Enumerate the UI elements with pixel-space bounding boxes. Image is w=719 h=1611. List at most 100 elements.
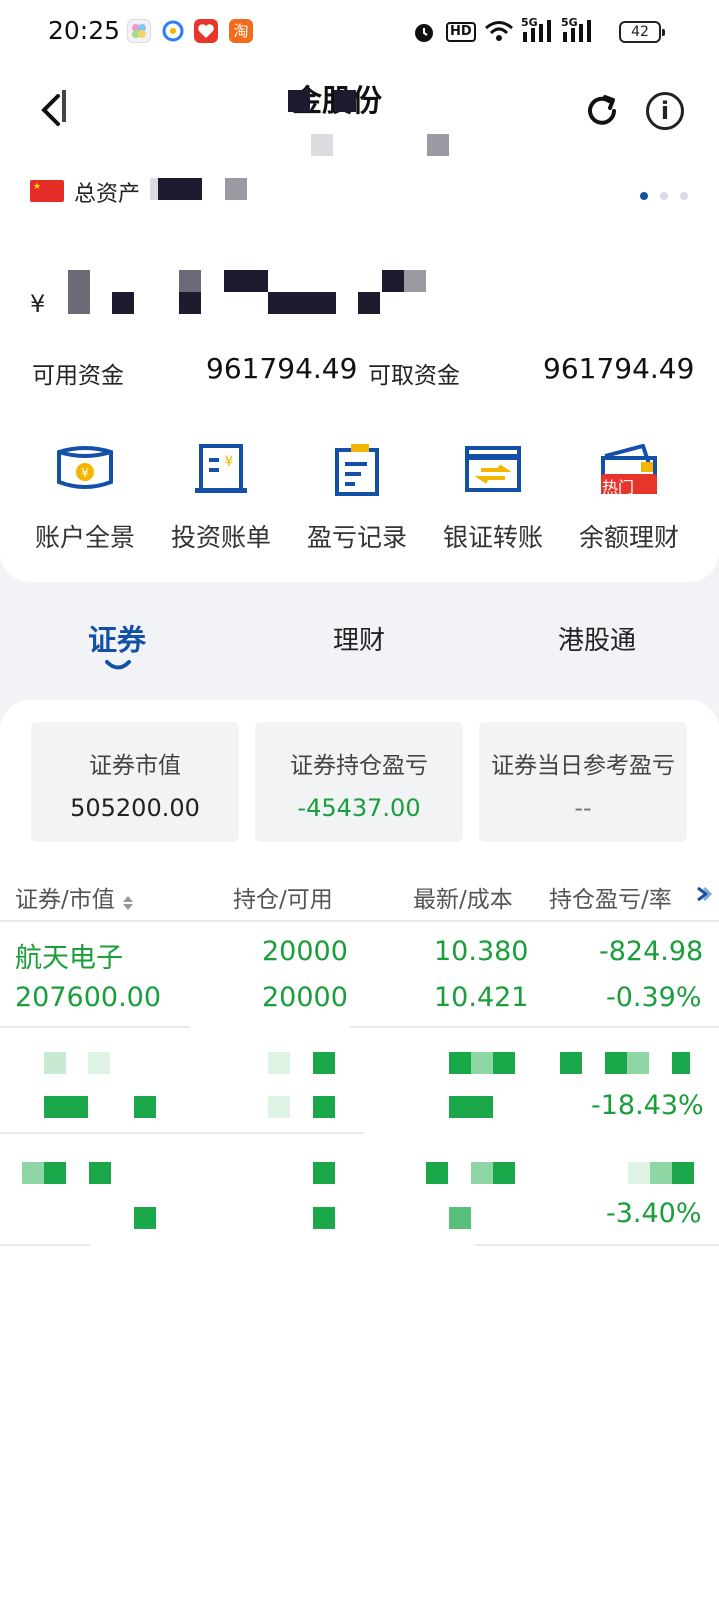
page-dot-active[interactable]	[640, 192, 648, 200]
redaction	[471, 1052, 493, 1074]
investment-bill-icon: ¥	[195, 444, 247, 493]
header-latest-cost: 最新/成本	[413, 887, 513, 913]
pnl-rate: -18.43%	[591, 1090, 704, 1121]
action-balance-wealth[interactable]: 热门 余额理财	[564, 444, 694, 554]
network-type-2: 5G	[561, 16, 578, 29]
action-label: 盈亏记录	[306, 523, 407, 552]
header-label: 证券/市值	[15, 887, 115, 913]
action-investment-bill[interactable]: ¥ 投资账单	[156, 444, 286, 554]
action-bank-transfer[interactable]: 银证转账	[428, 444, 558, 554]
signal-icon: 5G	[521, 16, 553, 48]
latest-price: 10.380	[434, 936, 529, 967]
redaction	[311, 134, 333, 156]
wifi-icon	[484, 20, 514, 46]
redaction	[404, 270, 426, 292]
redaction	[449, 1052, 471, 1074]
action-account-overview[interactable]: ¥ 账户全景	[20, 444, 150, 554]
redaction	[560, 1052, 582, 1074]
redaction	[225, 178, 247, 200]
action-profit-loss-record[interactable]: 盈亏记录	[292, 444, 422, 554]
tab-hk-connect[interactable]: 港股通	[558, 620, 636, 657]
svg-text:¥: ¥	[81, 466, 89, 480]
summary-value: --	[574, 794, 592, 822]
profit-loss-record-icon	[335, 444, 379, 496]
divider	[350, 1026, 719, 1028]
summary-daily-pnl: 证券当日参考盈亏 --	[479, 722, 687, 842]
redaction	[313, 1162, 335, 1184]
redaction	[44, 1052, 66, 1074]
redaction	[44, 1096, 88, 1118]
redaction	[62, 90, 66, 122]
action-label: 银证转账	[442, 523, 543, 552]
redaction	[88, 1052, 110, 1074]
header-security-market-value[interactable]: 证券/市值	[15, 880, 134, 914]
redaction	[427, 134, 449, 156]
withdrawable-funds-label: 可取资金	[368, 363, 460, 389]
tab-indicator	[104, 658, 132, 672]
action-label: 投资账单	[170, 523, 271, 552]
redaction	[313, 1052, 335, 1074]
svg-text:¥: ¥	[225, 454, 234, 470]
redaction	[672, 1052, 690, 1074]
redaction	[158, 178, 202, 200]
withdrawable-funds-value: 961794.49	[543, 352, 695, 385]
position-pnl: -824.98	[599, 936, 704, 967]
redaction	[426, 1162, 448, 1184]
divider	[0, 1244, 90, 1246]
page-dot[interactable]	[680, 192, 688, 200]
divider	[0, 1026, 190, 1028]
signal-icon-2: 5G	[561, 16, 593, 48]
redaction	[89, 1162, 111, 1184]
redaction	[134, 1207, 156, 1229]
browser-app-icon	[161, 19, 185, 43]
total-assets-label: 总资产	[74, 182, 141, 207]
sort-icon[interactable]	[122, 892, 134, 910]
security-name: 航天电子	[15, 943, 123, 974]
currency-symbol: ¥	[30, 290, 46, 318]
position-qty: 20000	[262, 936, 348, 967]
china-flag-icon: ★	[30, 180, 64, 202]
redaction	[179, 292, 201, 314]
hd-badge: HD	[446, 22, 476, 42]
redaction	[288, 90, 310, 112]
bank-transfer-icon	[465, 446, 521, 492]
summary-label: 证券持仓盈亏	[290, 753, 428, 779]
pnl-rate: -3.40%	[606, 1198, 702, 1229]
back-icon[interactable]	[38, 92, 64, 128]
scroll-right-icon[interactable]	[696, 884, 713, 908]
tab-wealth[interactable]: 理财	[333, 620, 385, 657]
summary-value: 505200.00	[70, 794, 200, 822]
summary-label: 证券当日参考盈亏	[491, 753, 675, 779]
available-funds-label: 可用资金	[32, 363, 124, 389]
redaction	[224, 270, 268, 292]
divider	[475, 1244, 719, 1246]
tab-securities[interactable]: 证券	[88, 617, 146, 659]
page-dot[interactable]	[660, 192, 668, 200]
info-icon[interactable]: i	[646, 92, 684, 130]
redaction	[493, 1052, 515, 1074]
redaction	[44, 1162, 66, 1184]
redaction	[112, 292, 134, 314]
refresh-icon[interactable]	[583, 92, 621, 130]
taobao-app-icon: 淘	[229, 19, 253, 43]
summary-market-value: 证券市值 505200.00	[31, 722, 239, 842]
action-label: 余额理财	[578, 523, 679, 552]
redaction	[627, 1052, 649, 1074]
pnl-rate: -0.39%	[606, 982, 702, 1013]
redaction	[334, 90, 356, 112]
redaction	[313, 1096, 335, 1118]
redaction	[358, 292, 380, 314]
available-qty: 20000	[262, 982, 348, 1013]
redaction	[493, 1162, 515, 1184]
network-type: 5G	[521, 16, 538, 29]
summary-position-pnl: 证券持仓盈亏 -45437.00	[255, 722, 463, 842]
header-pnl-rate: 持仓盈亏/率	[549, 887, 672, 913]
redaction	[68, 270, 90, 314]
summary-label: 证券市值	[89, 753, 181, 779]
battery-icon: 42	[619, 21, 665, 43]
account-overview-icon: ¥	[57, 446, 113, 489]
redaction	[672, 1162, 694, 1184]
redaction	[628, 1162, 650, 1184]
red-app-icon	[194, 19, 218, 43]
redaction	[449, 1207, 471, 1229]
